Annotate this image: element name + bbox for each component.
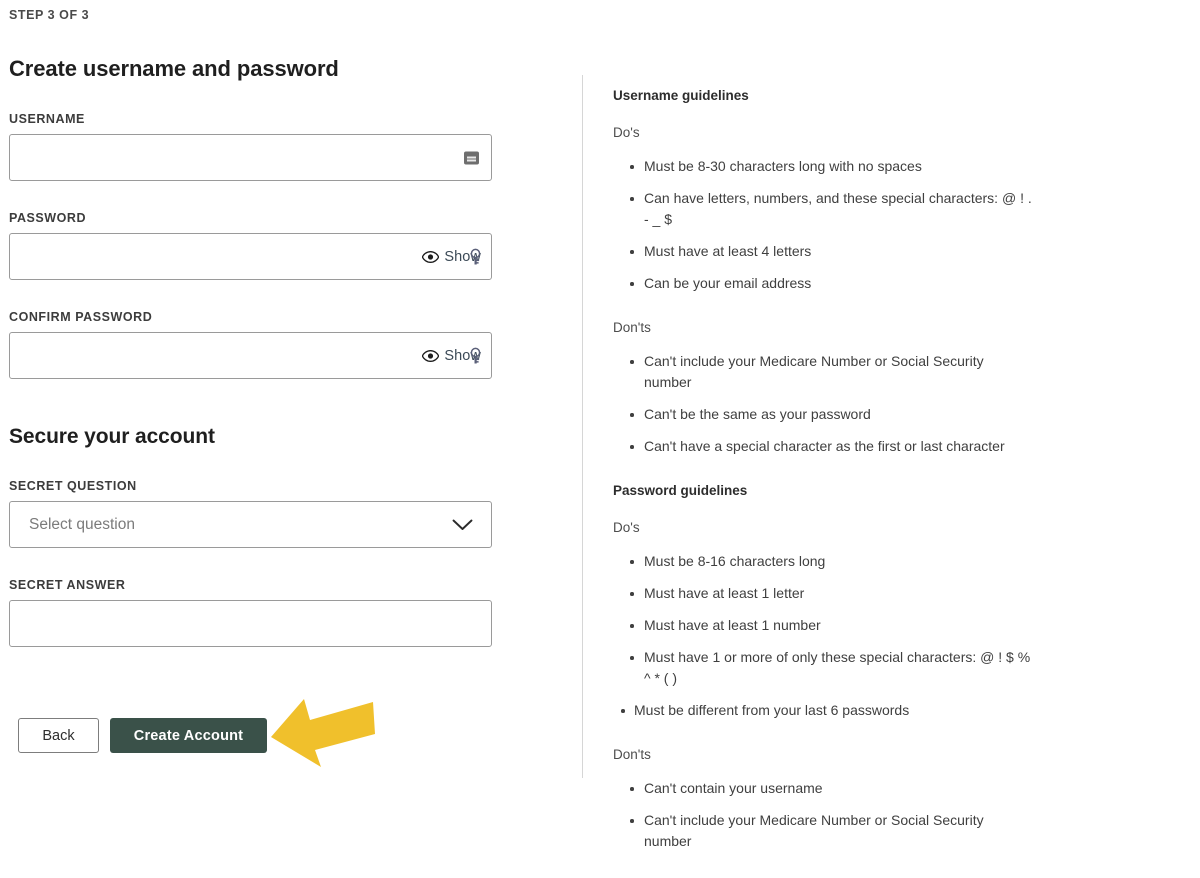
confirm-password-show-label: Show xyxy=(444,347,481,364)
username-input-wrap[interactable] xyxy=(9,134,492,181)
secret-question-field-group: SECRET QUESTION Select question xyxy=(9,479,569,548)
list-item: Can have letters, numbers, and these spe… xyxy=(613,188,1033,230)
left-arrow-annotation xyxy=(271,699,375,767)
list-item: Must have at least 1 number xyxy=(613,615,1033,636)
secure-account-title: Secure your account xyxy=(9,425,215,448)
username-guidelines-heading: Username guidelines xyxy=(613,88,749,103)
password-dos-subheading: Do's xyxy=(613,520,640,535)
list-item: Can be your email address xyxy=(613,273,1033,294)
username-dos-list: Must be 8-30 characters long with no spa… xyxy=(613,156,1033,294)
list-item: Can't contain your username xyxy=(613,778,1033,799)
autofill-keyboard-icon[interactable] xyxy=(464,151,479,164)
password-input-wrap[interactable]: Show xyxy=(9,233,492,280)
confirm-password-input[interactable] xyxy=(10,333,491,378)
secret-question-selected-value: Select question xyxy=(29,515,135,533)
confirm-password-label: CONFIRM PASSWORD xyxy=(9,310,153,324)
password-label: PASSWORD xyxy=(9,211,87,225)
secret-answer-label: SECRET ANSWER xyxy=(9,578,126,592)
list-item: Must be 8-16 characters long xyxy=(613,551,1033,572)
list-item: Can't include your Medicare Number or So… xyxy=(613,810,1033,852)
password-donts-list: Can't contain your username Can't includ… xyxy=(613,778,1033,852)
list-item: Can't be the same as your password xyxy=(613,404,1033,425)
username-input[interactable] xyxy=(10,135,491,180)
username-label: USERNAME xyxy=(9,112,85,126)
eye-icon xyxy=(422,250,440,263)
password-input[interactable] xyxy=(10,234,491,279)
secret-question-label: SECRET QUESTION xyxy=(9,479,137,493)
secret-answer-input[interactable] xyxy=(10,601,491,646)
secret-question-select[interactable]: Select question xyxy=(9,501,492,548)
username-field-group: USERNAME xyxy=(9,112,569,181)
eye-icon xyxy=(422,349,440,362)
password-dos-list: Must be 8-16 characters long Must have a… xyxy=(613,551,1033,721)
secret-answer-field-group: SECRET ANSWER xyxy=(9,578,569,647)
list-item: Must have 1 or more of only these specia… xyxy=(613,647,1033,689)
password-guidelines-block: Password guidelines Do's Must be 8-16 ch… xyxy=(613,483,1033,852)
secret-answer-input-wrap[interactable] xyxy=(9,600,492,647)
password-donts-subheading: Don'ts xyxy=(613,747,651,762)
create-account-button[interactable]: Create Account xyxy=(110,718,267,753)
password-field-group: PASSWORD Show xyxy=(9,211,569,280)
page-title: Create username and password xyxy=(9,56,339,81)
password-show-toggle[interactable]: Show xyxy=(422,249,481,265)
back-button[interactable]: Back xyxy=(18,718,99,753)
list-item: Must have at least 1 letter xyxy=(613,583,1033,604)
username-donts-list: Can't include your Medicare Number or So… xyxy=(613,351,1033,457)
step-indicator: STEP 3 OF 3 xyxy=(9,8,90,22)
signup-page: STEP 3 OF 3 Create username and password… xyxy=(0,0,1200,849)
chevron-down-icon[interactable] xyxy=(452,519,473,531)
form-actions: Back Create Account xyxy=(18,718,267,753)
confirm-password-input-wrap[interactable]: Show xyxy=(9,332,492,379)
list-item: Must be different from your last 6 passw… xyxy=(613,700,1033,721)
guidelines-column: Username guidelines Do's Must be 8-30 ch… xyxy=(613,88,1033,878)
username-donts-subheading: Don'ts xyxy=(613,320,651,335)
list-item: Must be 8-30 characters long with no spa… xyxy=(613,156,1033,177)
password-guidelines-heading: Password guidelines xyxy=(613,483,748,498)
username-guidelines-block: Username guidelines Do's Must be 8-30 ch… xyxy=(613,88,1033,457)
form-column: STEP 3 OF 3 Create username and password… xyxy=(9,0,569,647)
column-divider xyxy=(582,75,583,778)
list-item: Must have at least 4 letters xyxy=(613,241,1033,262)
confirm-password-field-group: CONFIRM PASSWORD Show xyxy=(9,310,569,379)
password-show-label: Show xyxy=(444,248,481,265)
list-item: Can't include your Medicare Number or So… xyxy=(613,351,1033,393)
list-item: Can't have a special character as the fi… xyxy=(613,436,1033,457)
confirm-password-show-toggle[interactable]: Show xyxy=(422,348,481,364)
username-dos-subheading: Do's xyxy=(613,125,640,140)
